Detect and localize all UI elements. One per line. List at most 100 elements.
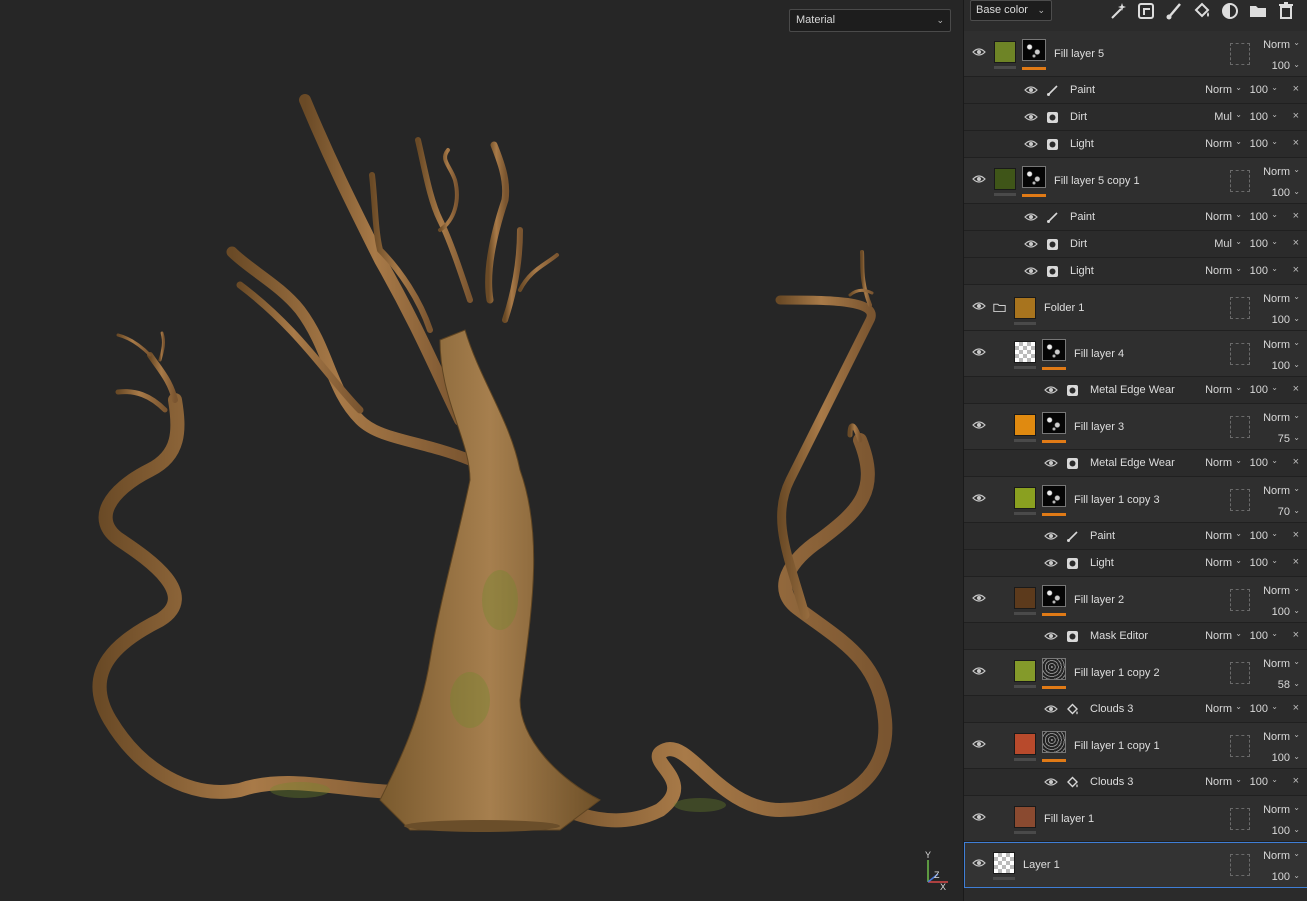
layer-opacity[interactable]: 100 [1262,187,1290,199]
layer-property-box[interactable] [1230,589,1250,611]
close-icon[interactable]: × [1293,556,1299,568]
effect-opacity[interactable]: 100 [1240,530,1268,542]
layer-mask-thumbnail[interactable] [1042,485,1066,507]
effect-name[interactable]: Clouds 3 [1090,776,1133,788]
3d-viewport[interactable]: Material ⌄ Y X Z [0,0,962,901]
layer-property-box[interactable] [1230,297,1250,319]
layer-name[interactable]: Fill layer 1 copy 1 [1074,740,1160,752]
effect-name[interactable]: Paint [1090,530,1115,542]
visibility-eye-icon[interactable] [1024,266,1038,276]
visibility-eye-icon[interactable] [972,347,986,357]
close-icon[interactable]: × [1293,529,1299,541]
layer-property-box[interactable] [1230,854,1250,876]
effect-blend-mode[interactable]: Mul [1214,238,1232,250]
effect-opacity[interactable]: 100 [1240,211,1268,223]
effect-row[interactable]: Clouds 3 Norm ⌄ 100 ⌄ × [964,769,1307,796]
effect-row[interactable]: Clouds 3 Norm ⌄ 100 ⌄ × [964,696,1307,723]
layer-row[interactable]: Fill layer 2 Norm ⌄ 100 ⌄ [964,577,1307,623]
layer-name[interactable]: Fill layer 1 copy 3 [1074,494,1160,506]
layer-name[interactable]: Fill layer 3 [1074,421,1124,433]
effect-name[interactable]: Light [1070,138,1094,150]
effect-opacity[interactable]: 100 [1240,557,1268,569]
layer-row[interactable]: Fill layer 4 Norm ⌄ 100 ⌄ [964,331,1307,377]
layer-mask-thumbnail[interactable] [1042,658,1066,680]
effect-opacity[interactable]: 100 [1240,384,1268,396]
visibility-eye-icon[interactable] [1044,531,1058,541]
layer-blend-mode[interactable]: Norm [1263,850,1290,862]
effect-row[interactable]: Dirt Mul ⌄ 100 ⌄ × [964,231,1307,258]
visibility-eye-icon[interactable] [1024,139,1038,149]
close-icon[interactable]: × [1293,137,1299,149]
effect-name[interactable]: Dirt [1070,111,1087,123]
effect-name[interactable]: Paint [1070,84,1095,96]
visibility-eye-icon[interactable] [972,666,986,676]
close-icon[interactable]: × [1293,383,1299,395]
layer-blend-mode[interactable]: Norm [1263,39,1290,51]
layer-property-box[interactable] [1230,43,1250,65]
close-icon[interactable]: × [1293,629,1299,641]
effect-row[interactable]: Paint Norm ⌄ 100 ⌄ × [964,523,1307,550]
effect-blend-mode[interactable]: Norm [1205,703,1232,715]
effect-blend-mode[interactable]: Norm [1205,211,1232,223]
close-icon[interactable]: × [1293,110,1299,122]
layer-opacity[interactable]: 75 [1262,433,1290,445]
layer-row[interactable]: Fill layer 1 copy 2 Norm ⌄ 58 ⌄ [964,650,1307,696]
close-icon[interactable]: × [1293,456,1299,468]
layer-property-box[interactable] [1230,489,1250,511]
layer-opacity[interactable]: 70 [1262,506,1290,518]
effect-name[interactable]: Dirt [1070,238,1087,250]
effect-row[interactable]: Light Norm ⌄ 100 ⌄ × [964,258,1307,285]
layer-mask-thumbnail[interactable] [1042,585,1066,607]
layer-blend-mode[interactable]: Norm [1263,585,1290,597]
layer-row[interactable]: Fill layer 1 copy 1 Norm ⌄ 100 ⌄ [964,723,1307,769]
layer-row[interactable]: Layer 1 Norm ⌄ 100 ⌄ [964,842,1307,888]
visibility-eye-icon[interactable] [972,301,986,311]
effect-opacity[interactable]: 100 [1240,238,1268,250]
layer-row[interactable]: Folder 1 Norm ⌄ 100 ⌄ [964,285,1307,331]
layer-name[interactable]: Fill layer 1 copy 2 [1074,667,1160,679]
effect-blend-mode[interactable]: Norm [1205,84,1232,96]
viewport-mode-select[interactable]: Material ⌄ [789,9,951,32]
visibility-eye-icon[interactable] [1044,458,1058,468]
visibility-eye-icon[interactable] [972,174,986,184]
layer-opacity[interactable]: 100 [1262,825,1290,837]
effect-blend-mode[interactable]: Norm [1205,138,1232,150]
effect-row[interactable]: Light Norm ⌄ 100 ⌄ × [964,550,1307,577]
layer-mask-thumbnail[interactable] [1022,39,1046,61]
add-mask-icon[interactable] [1220,1,1240,21]
layer-row[interactable]: Fill layer 1 Norm ⌄ 100 ⌄ [964,796,1307,842]
layer-blend-mode[interactable]: Norm [1263,293,1290,305]
layer-row[interactable]: Fill layer 5 copy 1 Norm ⌄ 100 ⌄ [964,158,1307,204]
effect-opacity[interactable]: 100 [1240,630,1268,642]
close-icon[interactable]: × [1293,237,1299,249]
visibility-eye-icon[interactable] [1024,212,1038,222]
effect-opacity[interactable]: 100 [1240,457,1268,469]
close-icon[interactable]: × [1293,775,1299,787]
magic-wand-icon[interactable] [1108,1,1128,21]
layer-blend-mode[interactable]: Norm [1263,731,1290,743]
effect-name[interactable]: Metal Edge Wear [1090,457,1175,469]
layer-opacity[interactable]: 100 [1262,606,1290,618]
effect-blend-mode[interactable]: Norm [1205,457,1232,469]
layer-mask-thumbnail[interactable] [1042,339,1066,361]
effect-name[interactable]: Metal Edge Wear [1090,384,1175,396]
close-icon[interactable]: × [1293,210,1299,222]
layer-name[interactable]: Fill layer 2 [1074,594,1124,606]
effect-row[interactable]: Dirt Mul ⌄ 100 ⌄ × [964,104,1307,131]
layer-property-box[interactable] [1230,735,1250,757]
close-icon[interactable]: × [1293,702,1299,714]
layer-property-box[interactable] [1230,662,1250,684]
effect-blend-mode[interactable]: Norm [1205,530,1232,542]
effect-row[interactable]: Mask Editor Norm ⌄ 100 ⌄ × [964,623,1307,650]
effect-name[interactable]: Clouds 3 [1090,703,1133,715]
effect-blend-mode[interactable]: Mul [1214,111,1232,123]
effect-opacity[interactable]: 100 [1240,703,1268,715]
layer-opacity[interactable]: 100 [1262,871,1290,883]
layer-opacity[interactable]: 100 [1262,314,1290,326]
effect-name[interactable]: Paint [1070,211,1095,223]
layer-property-box[interactable] [1230,343,1250,365]
layer-row[interactable]: Fill layer 5 Norm ⌄ 100 ⌄ [964,31,1307,77]
effect-blend-mode[interactable]: Norm [1205,557,1232,569]
effect-opacity[interactable]: 100 [1240,776,1268,788]
effect-row[interactable]: Paint Norm ⌄ 100 ⌄ × [964,77,1307,104]
